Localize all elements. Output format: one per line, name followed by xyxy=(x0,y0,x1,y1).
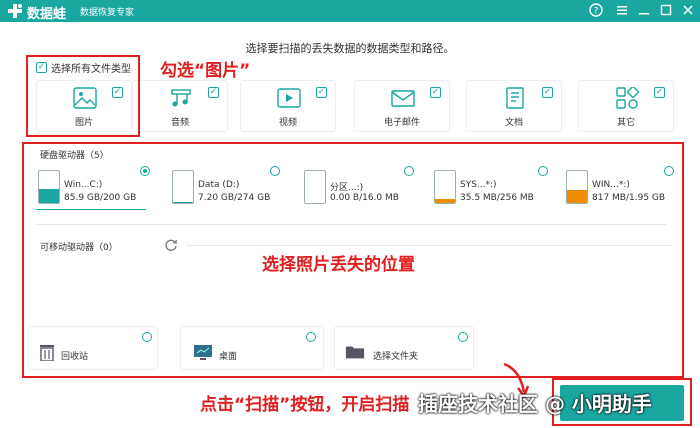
drive-icon xyxy=(566,170,588,204)
location-label: 回收站 xyxy=(61,352,89,362)
selected-drive-underline xyxy=(36,209,146,210)
svg-text:?: ? xyxy=(594,7,599,17)
drive-size: 85.9 GB/200 GB xyxy=(64,193,137,203)
drive-name: WIN...*:) xyxy=(592,180,630,190)
drive-size: 7.20 GB/274 GB xyxy=(198,193,271,203)
recycle-bin-icon xyxy=(40,345,54,361)
app-brand: 数据蛙 xyxy=(27,7,67,22)
file-type-label: 其它 xyxy=(616,118,635,128)
drive-name: Win...C:) xyxy=(64,180,103,190)
minimize-icon[interactable] xyxy=(636,3,652,19)
file-type-document[interactable]: ✓ 文档 xyxy=(466,80,562,132)
checkbox-checked-icon[interactable]: ✓ xyxy=(542,87,553,98)
folder-icon xyxy=(345,346,365,359)
file-type-other[interactable]: ✓ 其它 xyxy=(578,80,674,132)
annotation-box-image xyxy=(26,55,140,137)
drive-name: SYS...*:) xyxy=(460,180,497,190)
removable-drives-title: 可移动驱动器（0） xyxy=(40,243,118,253)
menu-icon[interactable] xyxy=(614,3,630,19)
annotation-click-scan: 点击“扫描”按钮，开启扫描 xyxy=(200,395,410,415)
maximize-icon[interactable] xyxy=(658,3,674,19)
divider xyxy=(36,224,666,225)
location-radio[interactable] xyxy=(306,332,316,342)
drive-name: 分区...:) xyxy=(330,183,364,193)
watermark: 插座技术社区 @ 小明助手 xyxy=(418,392,652,416)
hard-drives-title: 硬盘驱动器（5） xyxy=(40,151,109,161)
drive-radio[interactable] xyxy=(404,166,414,176)
drive-c[interactable]: Win...C:) 85.9 GB/200 GB xyxy=(36,166,150,212)
email-icon xyxy=(391,90,415,107)
other-icon xyxy=(616,87,639,109)
document-icon xyxy=(506,87,524,109)
file-type-label: 电子邮件 xyxy=(383,118,420,128)
location-label: 桌面 xyxy=(219,352,238,362)
drive-name: Data (D:) xyxy=(198,180,240,190)
drive-usage-fill xyxy=(173,201,193,203)
location-label: 选择文件夹 xyxy=(373,352,419,362)
drive-icon xyxy=(434,170,456,204)
drive-radio-selected[interactable] xyxy=(140,166,150,176)
checkbox-checked-icon[interactable]: ✓ xyxy=(654,87,665,98)
help-icon[interactable]: ? xyxy=(588,3,604,19)
video-icon xyxy=(277,88,301,108)
title-bar: 数据蛙 数据恢复专家 ? xyxy=(0,0,700,22)
drive-size: 817 MB/1.95 GB xyxy=(592,193,666,203)
location-desktop[interactable]: 桌面 xyxy=(180,326,324,370)
drive-icon xyxy=(304,170,326,204)
app-logo-icon xyxy=(8,4,22,18)
drive-usage-fill xyxy=(39,189,59,203)
close-icon[interactable] xyxy=(680,3,696,19)
annotation-check-image: 勾选“图片” xyxy=(160,61,251,81)
location-radio[interactable] xyxy=(458,332,468,342)
file-type-audio[interactable]: ✓ 音频 xyxy=(132,80,228,132)
file-type-video[interactable]: ✓ 视频 xyxy=(240,80,336,132)
drive-icon xyxy=(38,170,60,204)
drive-d[interactable]: Data (D:) 7.20 GB/274 GB xyxy=(170,166,284,212)
drive-radio[interactable] xyxy=(664,166,674,176)
instruction-text: 选择要扫描的丢失数据的数据类型和路径。 xyxy=(245,42,455,55)
desktop-icon xyxy=(194,345,212,360)
file-type-label: 文档 xyxy=(504,118,523,128)
drive-icon xyxy=(172,170,194,204)
checkbox-checked-icon[interactable]: ✓ xyxy=(208,87,219,98)
drive-radio[interactable] xyxy=(538,166,548,176)
checkbox-checked-icon[interactable]: ✓ xyxy=(430,87,441,98)
drive-size: 0.00 B/16.0 MB xyxy=(330,193,399,203)
file-type-label: 音频 xyxy=(170,118,189,128)
drive-radio[interactable] xyxy=(270,166,280,176)
annotation-select-location: 选择照片丢失的位置 xyxy=(262,255,415,275)
location-choose-folder[interactable]: 选择文件夹 xyxy=(334,326,474,370)
file-type-email[interactable]: ✓ 电子邮件 xyxy=(354,80,450,132)
checkbox-checked-icon[interactable]: ✓ xyxy=(316,87,327,98)
drive-partition[interactable]: 分区...:) 0.00 B/16.0 MB xyxy=(302,166,416,212)
music-icon xyxy=(171,89,191,107)
drive-size: 35.5 MB/256 MB xyxy=(460,193,534,203)
drive-usage-fill xyxy=(435,198,455,203)
divider xyxy=(186,245,672,246)
refresh-icon[interactable] xyxy=(164,238,178,252)
drive-win[interactable]: WIN...*:) 817 MB/1.95 GB xyxy=(564,166,678,212)
file-type-label: 视频 xyxy=(278,118,297,128)
app-subtitle: 数据恢复专家 xyxy=(80,8,135,18)
location-radio[interactable] xyxy=(142,332,152,342)
drive-sys[interactable]: SYS...*:) 35.5 MB/256 MB xyxy=(432,166,546,212)
location-recycle-bin[interactable]: 回收站 xyxy=(28,326,158,370)
drive-usage-fill xyxy=(567,189,587,203)
